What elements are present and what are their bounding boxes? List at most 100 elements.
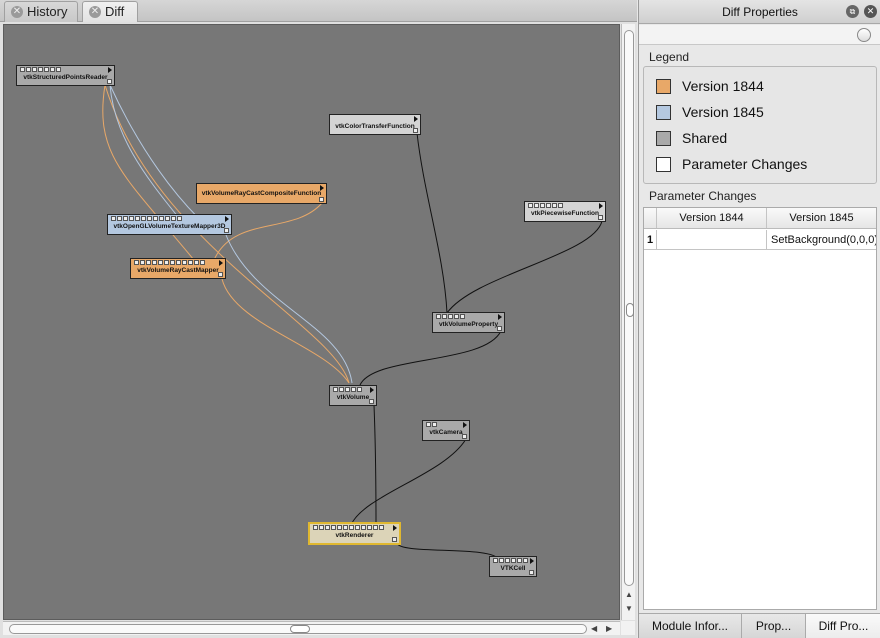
pipeline-canvas[interactable]: vtkStructuredPointsReader vtkColorTransf… <box>3 24 620 620</box>
module-label: vtkVolumeRayCastCompositeFunction <box>201 190 322 197</box>
module-vtk-volume-ray-cast-mapper[interactable]: vtkVolumeRayCastMapper <box>130 258 226 279</box>
module-menu-icon[interactable] <box>108 67 112 73</box>
row-index: 1 <box>644 230 656 250</box>
module-menu-icon[interactable] <box>219 260 223 266</box>
module-vtk-cell[interactable]: VTKCell <box>489 556 537 577</box>
module-vtk-renderer[interactable]: vtkRenderer <box>308 522 401 545</box>
float-icon[interactable]: ⧉ <box>846 5 859 18</box>
module-menu-icon[interactable] <box>530 558 534 564</box>
wire-shared <box>359 330 502 386</box>
tab-properties[interactable]: Prop... <box>742 614 806 638</box>
input-ports <box>436 314 465 319</box>
wire-orange <box>221 278 350 384</box>
module-vtk-piecewise-function[interactable]: vtkPiecewiseFunction <box>524 201 606 222</box>
module-vtk-opengl-volume-texture-mapper-3d[interactable]: vtkOpenGLVolumeTextureMapper3D <box>107 214 232 235</box>
module-menu-icon[interactable] <box>393 525 397 531</box>
input-ports <box>313 525 384 530</box>
parameter-changes-heading: Parameter Changes <box>649 189 757 203</box>
cell-version-1844[interactable] <box>656 230 766 250</box>
table-header: Version 1844 Version 1845 <box>644 208 876 229</box>
tab-history-label: History <box>27 4 68 19</box>
wire-blue <box>225 234 353 384</box>
wire-blue <box>109 84 180 219</box>
column-header-version-1844[interactable]: Version 1844 <box>656 208 766 228</box>
close-tab-icon[interactable]: ✕ <box>11 6 23 18</box>
legend-label: Version 1844 <box>682 78 764 94</box>
output-port[interactable] <box>462 434 467 439</box>
legend-swatch <box>656 131 671 146</box>
output-port[interactable] <box>497 326 502 331</box>
legend-label: Version 1845 <box>682 104 764 120</box>
module-menu-icon[interactable] <box>463 422 467 428</box>
column-header-version-1845[interactable]: Version 1845 <box>766 208 876 228</box>
wire-shared <box>373 404 377 526</box>
scroll-up-arrow-icon[interactable]: ▲ <box>625 590 633 600</box>
module-vtk-volume[interactable]: vtkVolume <box>329 385 377 406</box>
vertical-scrollbar[interactable]: ▲ ▼ <box>621 24 635 620</box>
vertical-scroll-thumb[interactable] <box>626 303 634 317</box>
tab-diff[interactable]: ✕ Diff <box>82 1 138 22</box>
panel-title-bar: Diff Properties ⧉ ✕ <box>639 0 880 24</box>
wire-shared <box>446 220 603 314</box>
output-port[interactable] <box>319 197 324 202</box>
output-port[interactable] <box>598 215 603 220</box>
module-vtk-structured-points-reader[interactable]: vtkStructuredPointsReader <box>16 65 115 86</box>
wire-shared <box>416 132 448 314</box>
module-label: vtkRenderer <box>335 532 374 539</box>
horizontal-scroll-track[interactable] <box>9 624 587 634</box>
close-tab-icon[interactable]: ✕ <box>89 6 101 18</box>
scroll-right-arrow-icon[interactable]: ▶ <box>606 624 612 634</box>
module-menu-icon[interactable] <box>370 387 374 393</box>
input-ports <box>426 422 437 427</box>
legend-label: Shared <box>682 130 728 146</box>
legend-label: Parameter Changes <box>682 156 808 172</box>
horizontal-scrollbar[interactable]: ◀ ▶ <box>3 621 620 635</box>
module-label: vtkVolumeRayCastMapper <box>137 267 219 274</box>
legend-swatch <box>656 105 671 120</box>
module-label: vtkStructuredPointsReader <box>23 74 108 81</box>
vertical-scroll-track[interactable] <box>624 30 634 586</box>
output-port[interactable] <box>107 79 112 84</box>
cell-version-1845[interactable]: SetBackground(0,0,0) <box>766 230 876 250</box>
input-ports <box>111 216 182 221</box>
tab-diff-properties[interactable]: Diff Pro... <box>806 614 880 638</box>
wire-shared <box>396 542 500 561</box>
output-port[interactable] <box>218 272 223 277</box>
corner-resize <box>621 621 635 635</box>
input-ports <box>333 387 362 392</box>
module-menu-icon[interactable] <box>599 203 603 209</box>
output-port[interactable] <box>369 399 374 404</box>
output-port[interactable] <box>529 570 534 575</box>
module-vtk-volume-ray-cast-composite-function[interactable]: vtkVolumeRayCastCompositeFunction <box>196 183 327 204</box>
module-vtk-camera[interactable]: vtkCamera <box>422 420 470 441</box>
panel-title: Diff Properties <box>722 5 798 19</box>
tab-module-information[interactable]: Module Infor... <box>639 614 742 638</box>
parameter-changes-table[interactable]: Version 1844 Version 1845 1 SetBackgroun… <box>643 207 877 610</box>
module-menu-icon[interactable] <box>225 216 229 222</box>
pipeline-pane: ✕ History ✕ Diff vtkStructuredPointsRead… <box>0 0 637 638</box>
horizontal-scroll-thumb[interactable] <box>290 625 310 633</box>
module-vtk-color-transfer-function[interactable]: vtkColorTransferFunction <box>329 114 421 135</box>
legend-swatch <box>656 157 671 172</box>
tab-history[interactable]: ✕ History <box>4 1 78 22</box>
scroll-down-arrow-icon[interactable]: ▼ <box>625 604 633 614</box>
tab-diff-label: Diff <box>105 4 125 19</box>
module-menu-icon[interactable] <box>498 314 502 320</box>
input-ports <box>20 67 61 72</box>
input-ports <box>493 558 528 563</box>
diff-properties-panel: Diff Properties ⧉ ✕ Legend Version 1844 … <box>638 0 880 638</box>
output-port[interactable] <box>392 537 397 542</box>
module-vtk-volume-property[interactable]: vtkVolumeProperty <box>432 312 505 333</box>
visibility-toggle[interactable] <box>857 28 871 42</box>
scroll-left-arrow-icon[interactable]: ◀ <box>591 624 597 634</box>
module-menu-icon[interactable] <box>414 116 418 122</box>
output-port[interactable] <box>413 128 418 133</box>
module-label: vtkColorTransferFunction <box>335 123 415 130</box>
output-port[interactable] <box>224 228 229 233</box>
input-ports <box>528 203 563 208</box>
module-label: vtkVolumeProperty <box>438 321 499 328</box>
wire-blue <box>109 84 215 233</box>
legend-box: Version 1844 Version 1845 Shared Paramet… <box>643 66 877 184</box>
tab-bar: ✕ History ✕ Diff <box>0 0 637 22</box>
close-icon[interactable]: ✕ <box>864 5 877 18</box>
